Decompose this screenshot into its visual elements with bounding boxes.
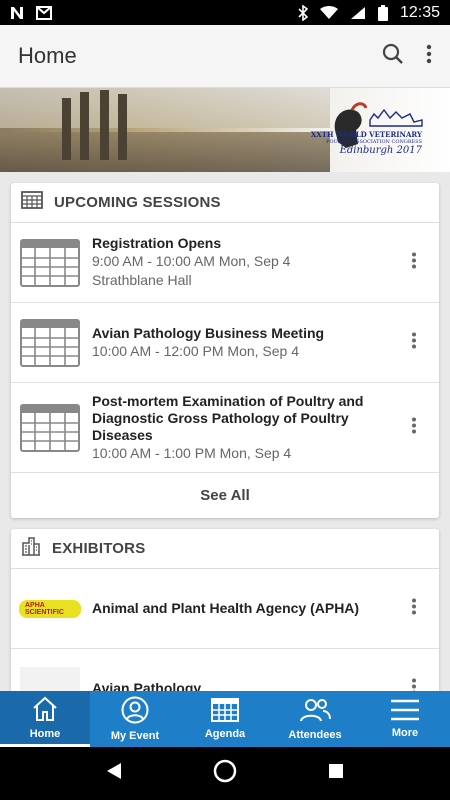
exhibitors-header: EXHIBITORS (11, 529, 439, 569)
session-row[interactable]: Post-mortem Examination of Poultry and D… (11, 383, 439, 473)
nav-label: Agenda (204, 728, 246, 740)
nav-attendees[interactable]: Attendees (270, 691, 360, 747)
wifi-icon (319, 5, 338, 20)
session-row[interactable]: Registration Opens 9:00 AM - 10:00 AM Mo… (11, 223, 439, 303)
battery-icon (377, 4, 388, 21)
nav-label: Home (29, 727, 61, 740)
nav-label: My Event (110, 730, 160, 742)
calendar-grid-icon (19, 318, 81, 367)
upcoming-sessions-header: UPCOMING SESSIONS (11, 183, 439, 223)
more-vert-icon[interactable] (426, 44, 432, 69)
logo-line3: Edinburgh 2017 (339, 145, 422, 156)
search-icon[interactable] (382, 43, 404, 70)
session-title: Avian Pathology Business Meeting (92, 324, 325, 341)
see-all-button[interactable]: See All (11, 473, 439, 517)
session-time: 9:00 AM - 10:00 AM Mon, Sep 4 (92, 253, 291, 269)
nav-label: More (391, 727, 419, 739)
nav-home[interactable]: Home (0, 691, 90, 747)
nav-label: Attendees (288, 729, 342, 741)
more-vert-icon[interactable] (411, 597, 417, 620)
logo-line1: XXTH WORLD VETERINARY (310, 130, 422, 139)
session-location: Strathblane Hall (92, 272, 192, 288)
session-title: Post-mortem Examination of Poultry and D… (92, 392, 364, 443)
mail-icon (36, 5, 52, 20)
exhibitor-logo: APHA SCIENTIFIC (19, 599, 81, 618)
bottom-nav: Home My Event Agenda Attendees More (0, 691, 450, 747)
person-icon (121, 696, 149, 727)
session-row[interactable]: Avian Pathology Business Meeting 10:00 A… (11, 303, 439, 383)
nav-my-event[interactable]: My Event (90, 691, 180, 747)
calendar-grid-icon (19, 238, 81, 287)
calendar-grid-icon (19, 403, 81, 452)
home-circle-icon[interactable] (213, 759, 237, 788)
section-title: EXHIBITORS (52, 540, 146, 557)
page-title: Home (18, 43, 77, 68)
app-bar: Home (0, 25, 450, 88)
nav-agenda[interactable]: Agenda (180, 691, 270, 747)
session-title: Registration Opens (92, 235, 222, 251)
event-banner: XXTH WORLD VETERINARY POULTRY ASSOCIATIO… (0, 88, 450, 172)
session-time: 10:00 AM - 1:00 PM Mon, Sep 4 (92, 444, 292, 461)
logo-text: APHA SCIENTIFIC (25, 601, 64, 616)
recents-icon[interactable] (328, 763, 344, 784)
exhibitor-row[interactable]: APHA SCIENTIFIC Animal and Plant Health … (11, 569, 439, 649)
status-bar: 12:35 (0, 0, 450, 25)
building-icon (21, 536, 41, 561)
city-skyline (0, 132, 330, 172)
n-icon (10, 6, 26, 20)
exhibitor-name: Animal and Plant Health Agency (APHA) (92, 600, 360, 616)
more-vert-icon[interactable] (411, 251, 417, 274)
nav-more[interactable]: More (360, 691, 450, 747)
calendar-icon (211, 698, 239, 725)
calendar-icon (21, 191, 43, 214)
more-vert-icon[interactable] (411, 416, 417, 439)
people-icon (299, 697, 331, 726)
clock-time: 12:35 (399, 3, 440, 21)
system-nav-bar (0, 747, 450, 800)
section-title: UPCOMING SESSIONS (54, 194, 221, 211)
more-vert-icon[interactable] (411, 331, 417, 354)
menu-icon (390, 699, 420, 724)
home-icon (31, 696, 59, 725)
upcoming-sessions-card: UPCOMING SESSIONS Registration Opens 9:0… (11, 183, 439, 518)
back-icon[interactable] (106, 762, 122, 785)
bluetooth-icon (298, 4, 308, 21)
signal-icon (350, 6, 366, 20)
session-time: 10:00 AM - 12:00 PM Mon, Sep 4 (92, 342, 300, 359)
